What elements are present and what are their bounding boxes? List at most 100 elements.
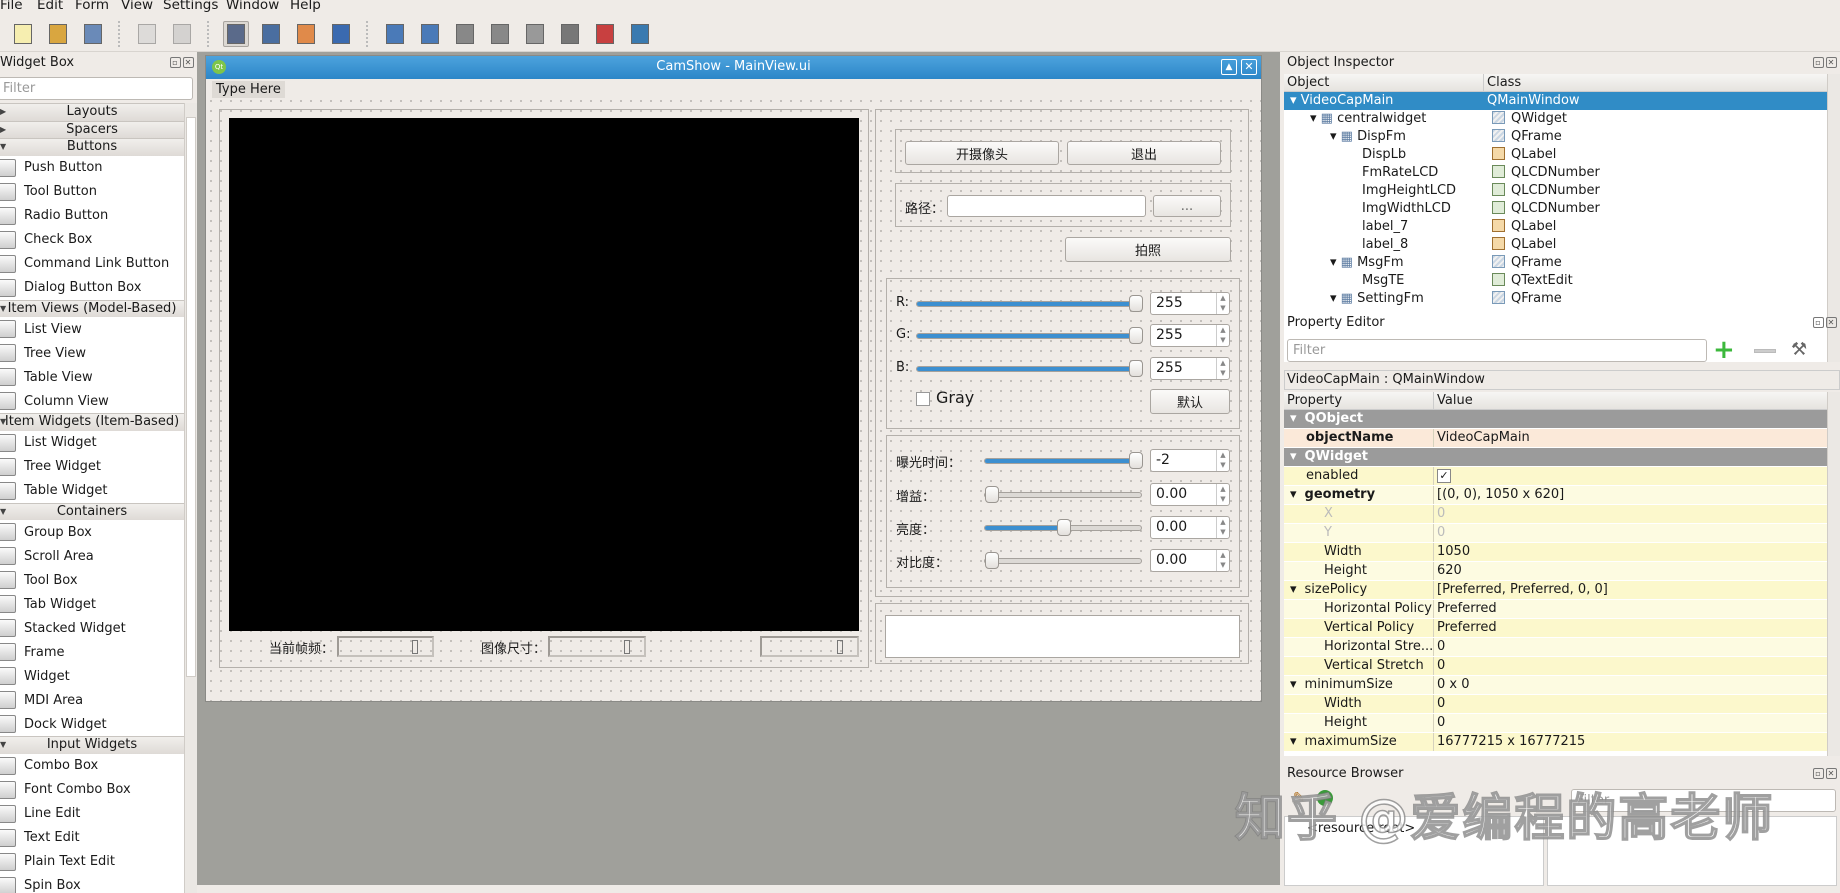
object-row[interactable]: ImgWidthLCDQLCDNumber	[1284, 200, 1827, 218]
widget-item-column-view[interactable]: Column View	[0, 389, 184, 413]
form-title-bar[interactable]: Qt CamShow - MainView.ui ▲ ✕	[206, 56, 1261, 79]
menu-view[interactable]: View	[121, 0, 153, 13]
spin-arrows-icon[interactable]: ▲▼	[1216, 358, 1229, 379]
widget-item-list-view[interactable]: List View	[0, 317, 184, 341]
widget-item-plain-text-edit[interactable]: Plain Text Edit	[0, 850, 184, 874]
rgb-spinbox[interactable]: 255▲▼	[1150, 324, 1230, 347]
object-row[interactable]: ▾ ▦ centralwidgetQWidget	[1284, 110, 1827, 128]
widget-item-check-box[interactable]: Check Box	[0, 228, 184, 252]
object-row[interactable]: ▾ VideoCapMainQMainWindow	[1284, 92, 1827, 110]
property-value[interactable]: 0	[1434, 505, 1445, 523]
params-slider[interactable]	[984, 525, 1142, 531]
close-icon[interactable]: ✕	[1826, 768, 1837, 779]
property-value[interactable]: 0	[1434, 524, 1445, 542]
property-row[interactable]: ▾maximumSize16777215 x 16777215	[1284, 733, 1827, 752]
property-value[interactable]: [(0, 0), 1050 x 620]	[1434, 486, 1564, 504]
menu-settings[interactable]: Settings	[163, 0, 218, 13]
edit-signals-slots-button[interactable]	[258, 21, 284, 47]
layout-horizontal-splitter-button[interactable]	[452, 21, 478, 47]
object-row[interactable]: ▾ ▦ MsgFmQFrame	[1284, 254, 1827, 272]
message-text-edit[interactable]	[885, 615, 1240, 658]
layout-vertical-button[interactable]	[417, 21, 443, 47]
column-header-class[interactable]: Class	[1484, 74, 1521, 91]
bring-to-front-button[interactable]	[169, 21, 195, 47]
widget-item-line-edit[interactable]: Line Edit	[0, 802, 184, 826]
property-row[interactable]: Horizontal PolicyPreferred	[1284, 600, 1827, 619]
open-camera-button[interactable]: 开摄像头	[905, 141, 1059, 165]
slider-handle[interactable]	[1129, 452, 1143, 469]
widget-item-tree-view[interactable]: Tree View	[0, 341, 184, 365]
widget-item-dock-widget[interactable]: Dock Widget	[0, 712, 184, 736]
property-value[interactable]: 0	[1434, 695, 1445, 713]
path-input[interactable]	[947, 195, 1146, 217]
save-button[interactable]	[80, 21, 106, 47]
type-here-menu[interactable]: Type Here	[212, 81, 285, 98]
property-value[interactable]: 620	[1434, 562, 1462, 580]
browse-button[interactable]: ...	[1153, 195, 1221, 217]
widget-item-list-widget[interactable]: List Widget	[0, 431, 184, 455]
widget-item-group-box[interactable]: Group Box	[0, 520, 184, 544]
configure-wrench-icon[interactable]: ⚒	[1791, 339, 1807, 360]
expand-arrow-icon[interactable]: ▾	[1290, 449, 1297, 464]
rgb-slider[interactable]	[916, 333, 1142, 339]
widget-item-tab-widget[interactable]: Tab Widget	[0, 592, 184, 616]
edit-widgets-button[interactable]	[223, 21, 249, 47]
slider-handle[interactable]	[1057, 519, 1071, 536]
send-to-back-button[interactable]	[134, 21, 160, 47]
slider-handle[interactable]	[1129, 360, 1143, 377]
expand-arrow-icon[interactable]: ▾	[1290, 734, 1297, 749]
float-icon[interactable]: ▫	[1813, 57, 1824, 68]
widget-item-radio-button[interactable]: Radio Button	[0, 204, 184, 228]
object-row[interactable]: ▾ ▦ SettingFmQFrame	[1284, 290, 1827, 308]
widget-item-table-view[interactable]: Table View	[0, 365, 184, 389]
slider-handle[interactable]	[985, 552, 999, 569]
widget-item-mdi-area[interactable]: MDI Area	[0, 688, 184, 712]
category-item-widgets-item-based-[interactable]: ▼Item Widgets (Item-Based)	[0, 413, 184, 431]
slider-handle[interactable]	[1129, 295, 1143, 312]
property-value[interactable]: 0 x 0	[1434, 676, 1470, 694]
rgb-slider[interactable]	[916, 301, 1142, 307]
property-row[interactable]: ▾sizePolicy[Preferred, Preferred, 0, 0]	[1284, 581, 1827, 600]
property-value[interactable]: 0	[1434, 714, 1445, 732]
property-value[interactable]: Preferred	[1434, 619, 1497, 637]
expand-arrow-icon[interactable]: ▾	[1290, 487, 1297, 502]
property-row[interactable]: enabled✓	[1284, 467, 1827, 486]
object-row[interactable]: label_7QLabel	[1284, 218, 1827, 236]
float-icon[interactable]: ▫	[170, 57, 181, 68]
widget-filter-input[interactable]: Filter	[0, 77, 193, 100]
params-spinbox[interactable]: 0.00▲▼	[1150, 516, 1230, 539]
exit-button[interactable]: 退出	[1067, 141, 1221, 165]
spin-arrows-icon[interactable]: ▲▼	[1216, 550, 1229, 571]
remove-property-icon[interactable]	[1754, 349, 1776, 353]
object-row[interactable]: ImgHeightLCDQLCDNumber	[1284, 182, 1827, 200]
property-value[interactable]: 16777215 x 16777215	[1434, 733, 1585, 751]
widget-box-scrollbar[interactable]	[184, 103, 197, 893]
open-file-button[interactable]	[45, 21, 71, 47]
break-layout-button[interactable]	[592, 21, 618, 47]
close-icon[interactable]: ✕	[1826, 317, 1837, 328]
property-value[interactable]: 0	[1434, 638, 1445, 656]
layout-horizontal-button[interactable]	[382, 21, 408, 47]
widget-item-dialog-button-box[interactable]: Dialog Button Box	[0, 276, 184, 300]
capture-button[interactable]: 拍照	[1065, 237, 1231, 262]
widget-item-tool-box[interactable]: Tool Box	[0, 568, 184, 592]
object-row[interactable]: ▾ ▦ DispFmQFrame	[1284, 128, 1827, 146]
slider-handle[interactable]	[1129, 327, 1143, 344]
new-file-button[interactable]	[10, 21, 36, 47]
widget-item-spin-box[interactable]: Spin Box	[0, 874, 184, 893]
property-editor-scrollbar[interactable]	[1827, 392, 1840, 756]
spin-arrows-icon[interactable]: ▲▼	[1216, 325, 1229, 346]
widget-item-widget[interactable]: Widget	[0, 664, 184, 688]
property-value[interactable]: VideoCapMain	[1434, 429, 1530, 447]
property-value[interactable]: 1050	[1434, 543, 1470, 561]
property-value[interactable]: ✓	[1437, 469, 1451, 483]
expand-arrow-icon[interactable]: ▾	[1290, 93, 1301, 108]
params-spinbox[interactable]: -2▲▼	[1150, 449, 1230, 472]
widget-item-scroll-area[interactable]: Scroll Area	[0, 544, 184, 568]
menu-window[interactable]: Window	[226, 0, 279, 13]
menu-file[interactable]: File	[0, 0, 23, 13]
params-slider[interactable]	[984, 558, 1142, 564]
category-buttons[interactable]: ▼Buttons	[0, 138, 184, 156]
close-icon[interactable]: ✕	[1241, 59, 1257, 75]
column-header-value[interactable]: Value	[1434, 392, 1473, 409]
